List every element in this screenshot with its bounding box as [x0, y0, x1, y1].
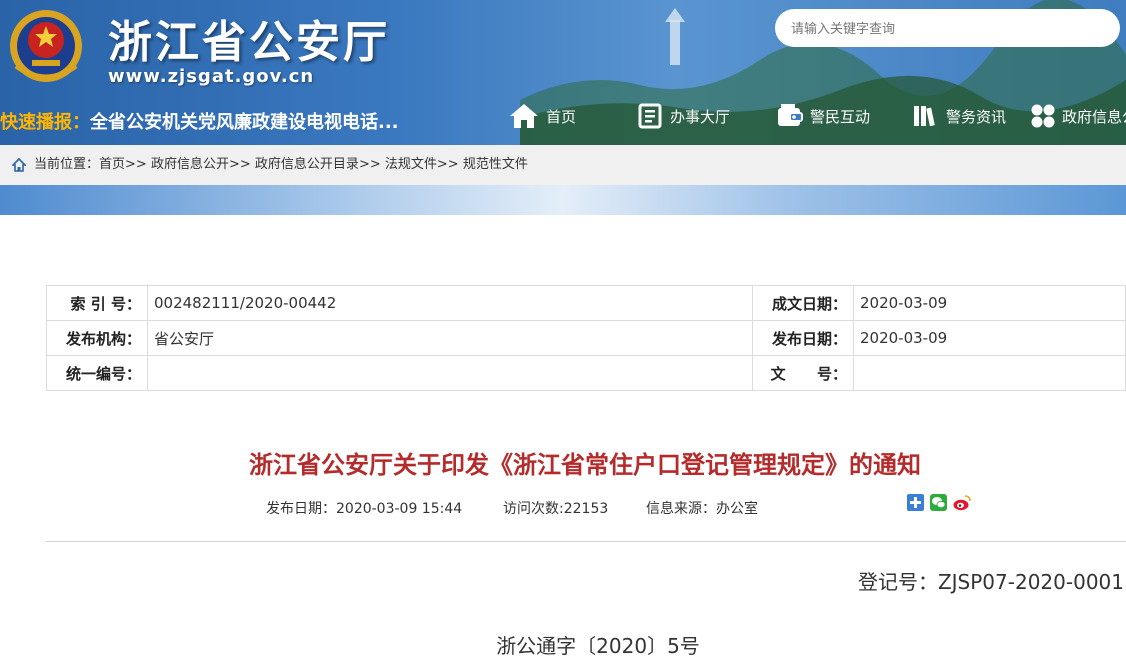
table-row: 发布机构： 省公安厅 发布日期： 2020-03-09	[46, 320, 1126, 356]
nav-label: 首页	[546, 107, 577, 126]
police-emblem-icon	[10, 10, 82, 82]
share-plus-icon[interactable]	[907, 494, 924, 511]
site-header: 浙江省公安厅 www.zjsgat.gov.cn 快速播报：全省公安机关党风廉政…	[0, 0, 1126, 145]
doc-number-label: 文 号：	[752, 355, 854, 391]
ticker-label: 快速播报：	[0, 112, 90, 133]
weibo-icon[interactable]	[953, 494, 971, 511]
unified-number-label: 统一编号：	[46, 355, 148, 391]
publisher-label: 发布机构：	[46, 320, 148, 356]
breadcrumb-regulations[interactable]: 法规文件	[385, 157, 437, 172]
nav-item-news[interactable]: 警务资讯	[912, 100, 1006, 132]
breadcrumb-home[interactable]: 首页	[99, 157, 125, 172]
ticker-text[interactable]: 全省公安机关党风廉政建设电视电话...	[90, 112, 399, 133]
home-icon	[510, 104, 538, 128]
banner-strip	[0, 185, 1126, 215]
breadcrumb-normative-docs[interactable]: 规范性文件	[463, 157, 528, 172]
index-number-value: 002482111/2020-00442	[147, 285, 753, 321]
document-icon	[638, 103, 662, 129]
nav-item-gov-info[interactable]: 政府信息公	[1030, 100, 1126, 132]
site-url: www.zjsgat.gov.cn	[108, 66, 315, 87]
table-row: 统一编号： 文 号：	[46, 355, 1126, 391]
breadcrumb-separator: >>	[436, 157, 459, 172]
publish-date-label: 发布日期：	[752, 320, 854, 356]
books-icon	[914, 106, 935, 127]
breadcrumb-prefix: 当前位置：	[34, 157, 100, 172]
breadcrumb: 当前位置：首页>> 政府信息公开>> 政府信息公开目录>> 法规文件>> 规范性…	[0, 145, 1126, 185]
publish-time: 发布日期：2020-03-09 15:44	[266, 501, 463, 517]
site-title: 浙江省公安厅	[108, 17, 390, 68]
publisher-value: 省公安厅	[147, 320, 753, 356]
breadcrumb-separator: >>	[125, 157, 147, 172]
nav-label: 警民互动	[810, 107, 871, 126]
news-ticker[interactable]: 快速播报：全省公安机关党风廉政建设电视电话...	[0, 108, 399, 134]
nav-item-interaction[interactable]: 警民互动	[776, 100, 870, 132]
written-date-value: 2020-03-09	[853, 285, 1126, 321]
unified-number-value	[147, 355, 753, 391]
info-source: 信息来源：办公室	[646, 501, 758, 517]
nav-label: 政府信息公	[1062, 107, 1126, 126]
nav-item-service-hall[interactable]: 办事大厅	[636, 100, 730, 132]
written-date-label: 成文日期：	[752, 285, 854, 321]
home-icon	[12, 158, 26, 172]
table-row: 索 引 号： 002482111/2020-00442 成文日期： 2020-0…	[46, 285, 1126, 321]
article-title: 浙江省公安厅关于印发《浙江省常住户口登记管理规定》的通知	[249, 451, 921, 479]
registration-number: 登记号：ZJSP07-2020-0001	[857, 570, 1124, 594]
wechat-icon[interactable]	[930, 494, 947, 511]
index-number-label: 索 引 号：	[46, 285, 148, 321]
breadcrumb-gov-info-catalog[interactable]: 政府信息公开目录	[255, 157, 359, 172]
doc-number-value	[853, 355, 1126, 391]
nav-label: 办事大厅	[670, 107, 731, 126]
grid-icon	[1031, 104, 1055, 128]
publish-date-value: 2020-03-09	[853, 320, 1126, 356]
nav-label: 警务资讯	[946, 107, 1007, 126]
breadcrumb-separator: >>	[358, 157, 381, 172]
breadcrumb-gov-info[interactable]: 政府信息公开	[151, 157, 229, 172]
visit-count: 访问次数:22153	[503, 501, 609, 517]
divider	[46, 541, 1126, 542]
document-info-table: 索 引 号： 002482111/2020-00442 成文日期： 2020-0…	[46, 285, 1126, 391]
nav-item-home[interactable]: 首页	[508, 100, 576, 132]
wallet-icon	[778, 104, 803, 126]
document-number: 浙公通字〔2020〕5号	[496, 634, 700, 658]
breadcrumb-separator: >>	[228, 157, 251, 172]
search-input[interactable]	[775, 9, 1120, 47]
